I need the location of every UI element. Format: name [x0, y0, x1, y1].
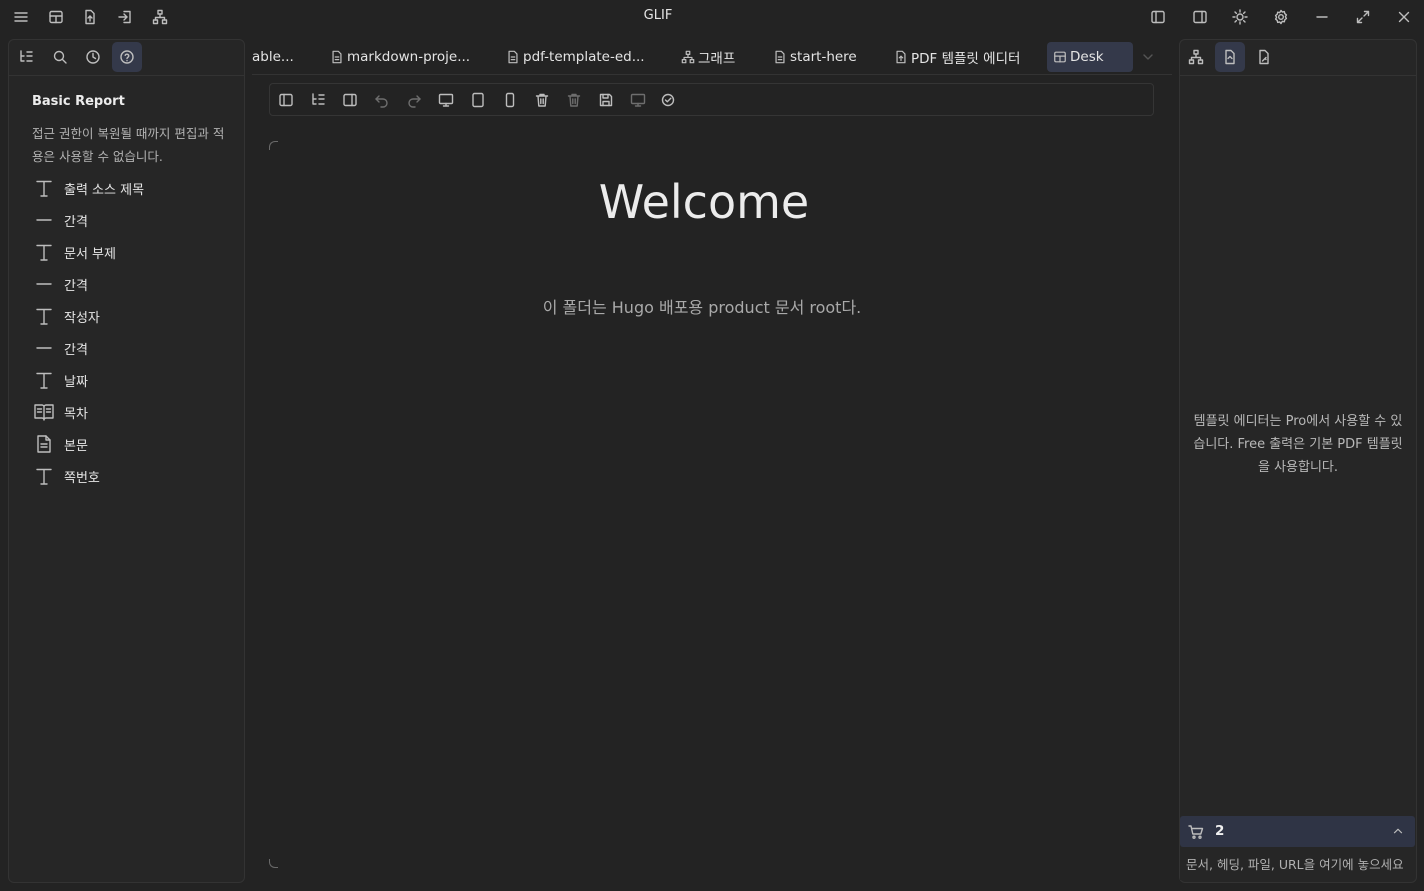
undo-icon[interactable] — [373, 91, 391, 109]
editor-toolbar — [269, 83, 1154, 116]
tab-markdown-project[interactable]: markdown-proje... — [330, 42, 470, 72]
template-edit-icon[interactable] — [1249, 42, 1279, 72]
right-panel-toggle-icon[interactable] — [1186, 4, 1214, 30]
block-label: 간격 — [64, 214, 88, 230]
block-label: 간격 — [64, 278, 88, 294]
block-label: 날짜 — [64, 374, 88, 390]
right-sidebar: 템플릿 에디터는 Pro에서 사용할 수 있습니다. Free 출력은 기본 P… — [1179, 39, 1417, 883]
text-icon — [33, 369, 55, 391]
desktop-preview-icon[interactable] — [437, 91, 455, 109]
block-label: 본문 — [64, 438, 88, 454]
search-icon[interactable] — [45, 42, 75, 72]
page-heading[interactable]: Welcome — [269, 175, 1139, 229]
tab-strip: able... markdown-proje... pdf-template-e… — [252, 40, 1172, 75]
divider-icon — [33, 337, 55, 359]
block-label: 출력 소스 제목 — [64, 182, 145, 198]
file-icon — [775, 50, 785, 64]
help-icon[interactable] — [112, 42, 142, 72]
text-icon — [33, 465, 55, 487]
app-title: GLIF — [643, 8, 673, 23]
tab-pdf-template-editor-kr[interactable]: PDF 템플릿 에디터 — [894, 42, 1020, 72]
cart-bar[interactable]: 2 — [1180, 816, 1415, 847]
chevron-up-icon[interactable] — [1391, 824, 1405, 838]
monitor-icon[interactable] — [629, 91, 647, 109]
check-circle-icon[interactable] — [659, 91, 677, 109]
divider-icon — [33, 273, 55, 295]
desk-icon — [1054, 51, 1066, 63]
right-sidebar-tabs — [1180, 40, 1416, 76]
outline-tree-icon[interactable] — [309, 91, 327, 109]
left-sidebar: Basic Report 접근 권한이 복원될 때까지 편집과 적용은 사용할 … — [8, 39, 245, 883]
tab-label: PDF 템플릿 에디터 — [911, 51, 1021, 67]
history-icon[interactable] — [78, 42, 108, 72]
block-item[interactable]: 목차 — [33, 397, 88, 427]
block-item[interactable]: 본문 — [33, 429, 88, 459]
document-icon — [33, 433, 55, 455]
settings-icon[interactable] — [1267, 4, 1295, 30]
tab-label: markdown-proje... — [347, 49, 471, 65]
pdf-file-icon — [896, 50, 906, 64]
redo-icon[interactable] — [405, 91, 423, 109]
template-icon[interactable] — [1215, 42, 1245, 72]
tab-label: able... — [252, 49, 294, 65]
book-icon — [33, 401, 55, 423]
block-item[interactable]: 간격 — [33, 269, 88, 299]
tab-pdf-template-editor[interactable]: pdf-template-ed... — [506, 42, 645, 72]
fullscreen-icon[interactable] — [1349, 4, 1377, 30]
toggle-right-panel-icon[interactable] — [341, 91, 359, 109]
divider-icon — [33, 209, 55, 231]
block-item[interactable]: 간격 — [33, 205, 88, 235]
cart-icon — [1188, 825, 1204, 839]
block-item[interactable]: 출력 소스 제목 — [33, 173, 144, 203]
delete-icon[interactable] — [533, 91, 551, 109]
sitemap-icon[interactable] — [1181, 42, 1211, 72]
chevron-down-icon[interactable] — [1140, 49, 1156, 65]
drop-zone-input[interactable] — [1180, 849, 1415, 880]
tab-label: start-here — [790, 49, 857, 65]
graph-icon — [681, 50, 695, 64]
canvas-corner-top — [269, 141, 278, 150]
outline-icon[interactable] — [11, 42, 41, 72]
close-icon[interactable] — [1390, 4, 1418, 30]
text-icon — [33, 305, 55, 327]
pro-notice: 템플릿 에디터는 Pro에서 사용할 수 있습니다. Free 출력은 기본 P… — [1193, 414, 1403, 475]
block-label: 작성자 — [64, 310, 100, 326]
access-notice: 접근 권한이 복원될 때까지 편집과 적용은 사용할 수 없습니다. — [32, 126, 225, 164]
block-item[interactable]: 작성자 — [33, 301, 100, 331]
block-label: 간격 — [64, 342, 88, 358]
minimize-icon[interactable] — [1308, 4, 1336, 30]
tab-table[interactable]: able... — [252, 42, 294, 72]
title-bar: GLIF — [0, 0, 1424, 33]
block-item[interactable]: 문서 부제 — [33, 237, 116, 267]
tab-label: Desk — [1070, 49, 1104, 65]
cart-count: 2 — [1215, 823, 1225, 839]
file-icon — [332, 50, 342, 64]
sun-icon[interactable] — [1226, 4, 1254, 30]
left-panel-toggle-icon[interactable] — [1144, 4, 1172, 30]
file-icon — [508, 50, 518, 64]
toggle-left-panel-icon[interactable] — [277, 91, 295, 109]
save-icon[interactable] — [597, 91, 615, 109]
left-sidebar-tabs — [9, 40, 244, 76]
tab-label: pdf-template-ed... — [523, 49, 645, 65]
tab-label: 그래프 — [698, 51, 736, 67]
page-subtitle[interactable]: 이 폴더는 Hugo 배포용 product 문서 root다. — [269, 294, 1135, 318]
block-label: 문서 부제 — [64, 246, 116, 262]
block-label: 쪽번호 — [64, 470, 100, 486]
panel-title: Basic Report — [32, 94, 125, 109]
tab-desk[interactable]: Desk — [1047, 42, 1133, 72]
canvas-corner-bottom — [269, 859, 278, 868]
mobile-preview-icon[interactable] — [501, 91, 519, 109]
tablet-preview-icon[interactable] — [469, 91, 487, 109]
block-item[interactable]: 간격 — [33, 333, 88, 363]
text-icon — [33, 241, 55, 263]
text-icon — [33, 177, 55, 199]
block-label: 목차 — [64, 406, 88, 422]
tab-start-here[interactable]: start-here — [773, 42, 857, 72]
delete-disabled-icon[interactable] — [565, 91, 583, 109]
tab-graph[interactable]: 그래프 — [681, 42, 735, 72]
block-item[interactable]: 쪽번호 — [33, 461, 100, 491]
block-item[interactable]: 날짜 — [33, 365, 88, 395]
